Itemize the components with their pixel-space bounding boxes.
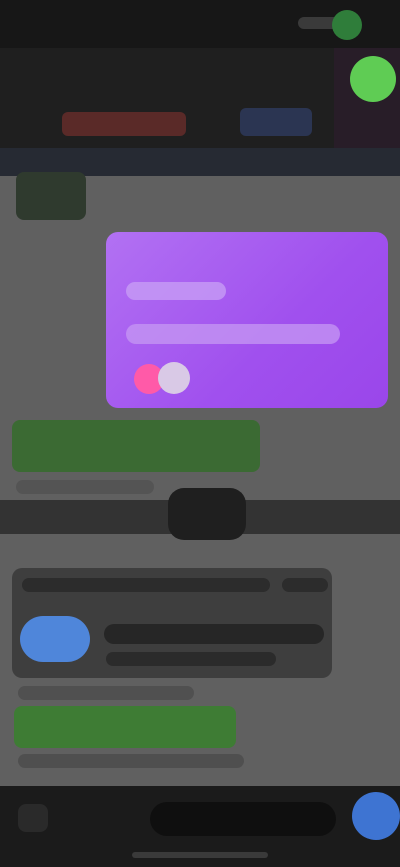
message-avatar[interactable] [20, 616, 90, 662]
avatar[interactable] [350, 56, 396, 102]
message-text-line [104, 624, 324, 644]
back-button[interactable] [10, 64, 76, 86]
message-block[interactable] [12, 568, 332, 678]
header [0, 48, 400, 176]
date-pill [168, 488, 246, 540]
message-time-line [282, 578, 328, 592]
promo-card[interactable] [106, 232, 388, 408]
status-dot [332, 10, 362, 40]
green-banner-2[interactable] [14, 706, 236, 748]
promo-subtitle-line [126, 324, 340, 344]
promo-chip-white [158, 362, 190, 394]
status-bar [0, 0, 400, 48]
message-input[interactable] [150, 802, 336, 836]
green-banner[interactable] [12, 420, 260, 472]
thumbnail-box[interactable] [16, 172, 86, 220]
send-icon[interactable] [352, 792, 400, 840]
page-title [152, 62, 244, 84]
promo-title-line [126, 282, 226, 300]
plus-icon[interactable] [18, 804, 48, 832]
caption-line [16, 480, 154, 494]
home-indicator [132, 852, 268, 858]
tag-red[interactable] [62, 112, 186, 136]
message-subtext-line [106, 652, 276, 666]
caption-line-2 [18, 686, 194, 700]
bottom-bar [0, 786, 400, 867]
message-header-line [22, 578, 270, 592]
tag-blue[interactable] [240, 108, 312, 136]
app-screen [0, 0, 400, 867]
caption-line-3 [18, 754, 244, 768]
